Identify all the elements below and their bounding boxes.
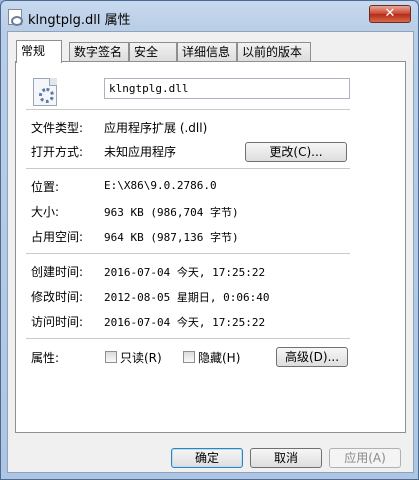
accessed-label: 访问时间: xyxy=(31,315,84,329)
tab-previous-versions[interactable]: 以前的版本 xyxy=(237,42,311,62)
tab-digital-signatures[interactable]: 数字签名 xyxy=(69,42,129,62)
separator xyxy=(26,109,350,110)
tab-general[interactable]: 常规 xyxy=(16,40,62,63)
dll-file-icon xyxy=(33,78,57,106)
attributes-label: 属性: xyxy=(31,351,60,365)
readonly-checkbox[interactable] xyxy=(105,351,117,363)
change-button[interactable]: 更改(C)... xyxy=(245,142,347,162)
size-on-disk-label: 占用空间: xyxy=(31,230,84,244)
advanced-button[interactable]: 高级(D)... xyxy=(276,347,348,367)
separator xyxy=(26,168,350,169)
tab-details[interactable]: 详细信息 xyxy=(177,42,237,62)
location-value: E:\X86\9.0.2786.0 xyxy=(104,179,217,192)
readonly-label[interactable]: 只读(R) xyxy=(120,349,162,366)
dialog-body: 常规 数字签名 安全 详细信息 以前的版本 klngtplg.dll 文件类型:… xyxy=(7,31,414,473)
cancel-button[interactable]: 取消 xyxy=(250,448,322,468)
size-value: 963 KB (986,704 字节) xyxy=(104,206,239,219)
modified-value: 2012-08-05 星期日, 0:06:40 xyxy=(104,291,270,304)
ok-button[interactable]: 确定 xyxy=(171,448,243,468)
accessed-value: 2016-07-04 今天, 17:25:22 xyxy=(104,316,266,329)
file-type-value: 应用程序扩展 (.dll) xyxy=(104,121,208,135)
apply-button[interactable]: 应用(A) xyxy=(329,448,401,468)
size-label: 大小: xyxy=(31,205,60,219)
file-type-label: 文件类型: xyxy=(31,121,84,135)
properties-window: klngtplg.dll 属性 ✕ 常规 数字签名 安全 详细信息 以前的版本 … xyxy=(0,0,419,480)
file-name-field[interactable]: klngtplg.dll xyxy=(104,78,350,99)
hidden-checkbox[interactable] xyxy=(183,351,195,363)
hidden-label[interactable]: 隐藏(H) xyxy=(198,349,240,366)
close-button[interactable]: ✕ xyxy=(369,5,411,23)
created-value: 2016-07-04 今天, 17:25:22 xyxy=(104,266,266,279)
size-on-disk-value: 964 KB (987,136 字节) xyxy=(104,231,239,244)
tab-security[interactable]: 安全 xyxy=(129,42,177,62)
title-bar[interactable]: klngtplg.dll 属性 ✕ xyxy=(1,1,418,31)
dll-file-icon xyxy=(8,9,23,26)
window-title: klngtplg.dll 属性 xyxy=(28,13,131,28)
created-label: 创建时间: xyxy=(31,265,84,279)
general-panel: klngtplg.dll 文件类型: 应用程序扩展 (.dll) 打开方式: 未… xyxy=(15,61,406,433)
separator xyxy=(26,338,350,339)
separator xyxy=(26,253,350,254)
location-label: 位置: xyxy=(31,180,60,194)
modified-label: 修改时间: xyxy=(31,290,84,304)
opens-with-label: 打开方式: xyxy=(31,145,84,159)
opens-with-value: 未知应用程序 xyxy=(104,145,177,159)
